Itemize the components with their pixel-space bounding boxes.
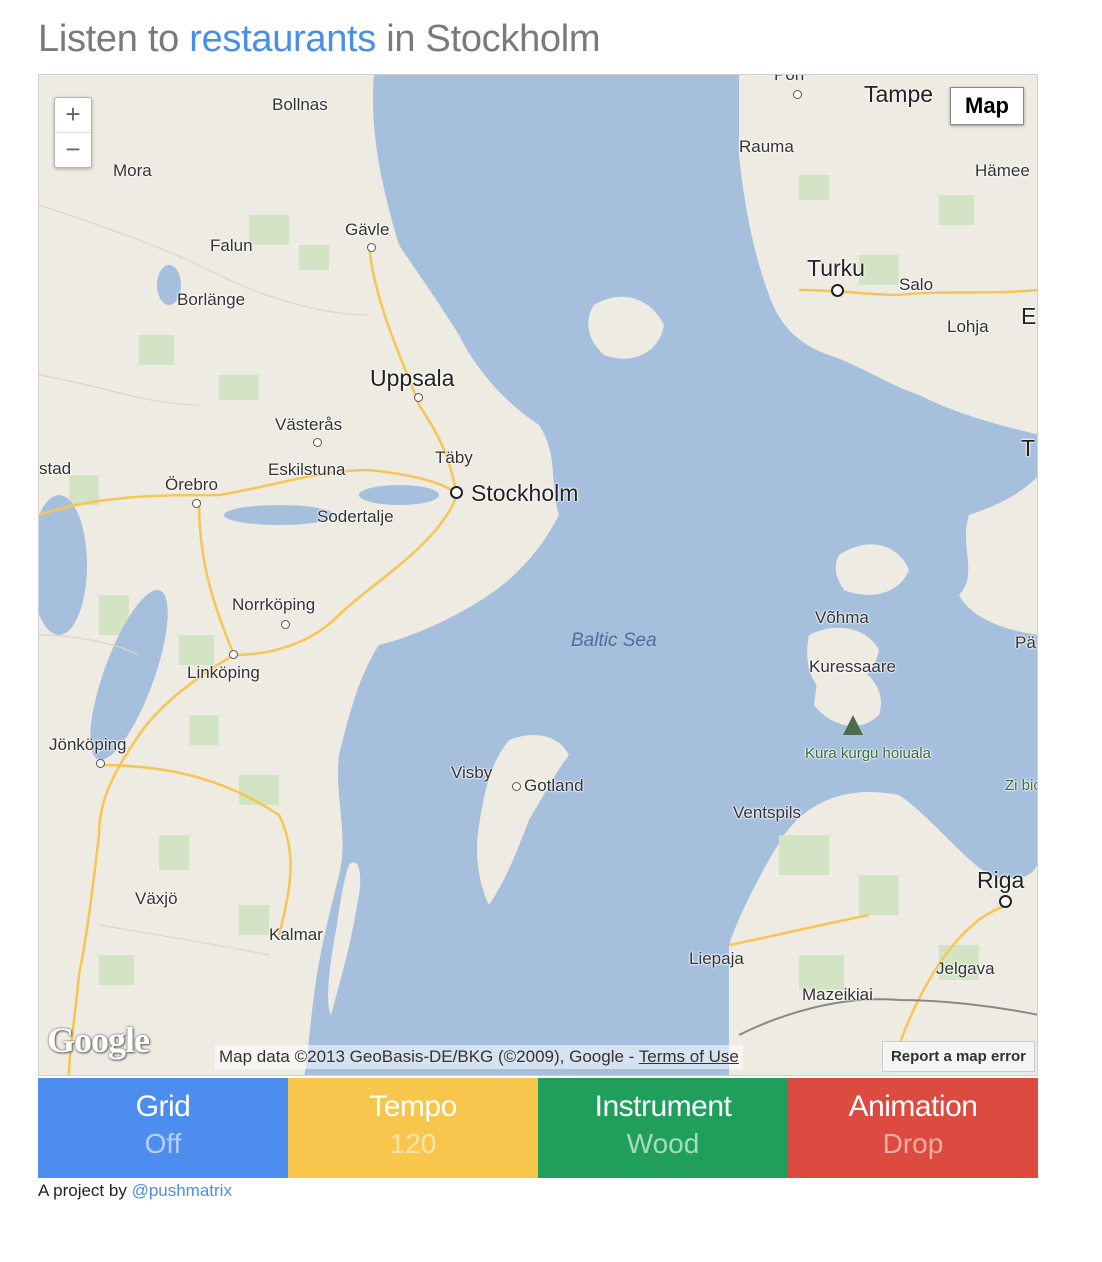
grid-label: Grid: [135, 1090, 191, 1123]
place-label: Rauma: [739, 137, 794, 156]
place-label: Visby: [451, 763, 493, 782]
place-label: Sodertalje: [317, 507, 394, 526]
place-label: Liepaja: [689, 949, 744, 968]
place-label: Võhma: [815, 608, 869, 627]
stockholm-marker: [450, 486, 463, 499]
map-canvas[interactable]: + − Map Pori Tampe Rauma Hämee Turku Sal…: [38, 74, 1038, 1076]
animation-toggle[interactable]: Animation Drop: [788, 1078, 1038, 1178]
place-label: Uppsala: [370, 365, 455, 391]
sea-label: Baltic Sea: [571, 630, 657, 651]
park-label: Kura kurgu hoiuala: [805, 745, 931, 762]
animation-value: Drop: [882, 1128, 944, 1159]
place-label: Ventspils: [733, 803, 802, 822]
place-label: Lohja: [947, 317, 989, 336]
city-marker: [793, 90, 802, 99]
place-label: Eskilstuna: [268, 460, 346, 479]
city-marker: [414, 393, 423, 402]
city-marker: [229, 650, 238, 659]
place-label: Falun: [210, 236, 253, 255]
attribution-text: Map data ©2013 GeoBasis-DE/BKG (©2009), …: [219, 1047, 635, 1066]
place-label: Växjö: [135, 889, 178, 908]
place-label: Riga: [977, 867, 1025, 893]
place-label: Gotland: [524, 776, 584, 795]
place-label: E: [1021, 303, 1037, 329]
author-link[interactable]: @pushmatrix: [132, 1181, 232, 1200]
footer-credit: A project by @pushmatrix: [38, 1181, 232, 1201]
zoom-in-button[interactable]: +: [55, 98, 91, 132]
title-prefix: Listen to: [38, 18, 179, 60]
place-label: Kalmar: [269, 925, 323, 944]
place-label: Mazeikiai: [802, 985, 873, 1004]
tempo-label: Tempo: [369, 1090, 457, 1123]
city-marker: [96, 759, 105, 768]
footer-text: A project by: [38, 1181, 127, 1200]
place-label: Pä: [1015, 633, 1036, 652]
title-middle: in: [386, 18, 416, 60]
place-label: Jelgava: [936, 959, 995, 978]
instrument-label: Instrument: [594, 1090, 732, 1123]
instrument-value: Wood: [626, 1128, 700, 1159]
map-attribution: Map data ©2013 GeoBasis-DE/BKG (©2009), …: [215, 1045, 743, 1069]
category-link[interactable]: restaurants: [189, 18, 376, 60]
place-label: Jönköping: [49, 735, 127, 754]
animation-label: Animation: [848, 1090, 978, 1123]
place-label: Västerås: [275, 415, 343, 434]
place-label: Mora: [113, 161, 152, 180]
page-title: Listen to restaurants in Stockholm: [38, 18, 601, 61]
map-type-button[interactable]: Map: [950, 87, 1024, 125]
city-marker: [999, 895, 1012, 908]
google-logo: Google: [47, 1020, 150, 1060]
city-marker: [192, 499, 201, 508]
place-label: Bollnas: [272, 95, 328, 114]
title-city: Stockholm: [425, 18, 601, 60]
place-label: Pori: [774, 74, 805, 84]
map-terrain: [39, 75, 1037, 1075]
report-map-error-link[interactable]: Report a map error: [881, 1041, 1035, 1072]
place-label: Zi bios: [1005, 777, 1037, 794]
city-marker: [367, 243, 376, 252]
zoom-out-button[interactable]: −: [55, 132, 91, 167]
place-label: Kuressaare: [809, 657, 896, 676]
place-label: Hämee: [975, 161, 1030, 180]
city-marker: [281, 620, 290, 629]
grid-toggle[interactable]: Grid Off: [38, 1078, 288, 1178]
city-marker: [831, 284, 844, 297]
place-label: Salo: [899, 275, 934, 294]
place-label: Norrköping: [232, 595, 316, 614]
place-label: Stockholm: [471, 480, 579, 506]
place-label: Gävle: [345, 220, 390, 239]
city-marker: [313, 438, 322, 447]
grid-value: Off: [144, 1128, 182, 1159]
control-bar: Grid Off Tempo 120 Instrument Wood Anima…: [38, 1078, 1038, 1178]
terms-of-use-link[interactable]: Terms of Use: [639, 1047, 739, 1066]
place-label: stad: [39, 459, 72, 478]
instrument-toggle[interactable]: Instrument Wood: [538, 1078, 788, 1178]
place-label: T: [1021, 435, 1036, 461]
place-label: Borlänge: [177, 290, 246, 309]
place-label: Täby: [435, 448, 473, 467]
tempo-toggle[interactable]: Tempo 120: [288, 1078, 538, 1178]
place-label: Örebro: [165, 475, 218, 494]
city-marker: [512, 782, 521, 791]
place-label: Turku: [807, 255, 865, 281]
tempo-value: 120: [389, 1128, 437, 1159]
place-label: Linköping: [187, 663, 260, 682]
zoom-control: + −: [54, 97, 92, 168]
place-label: Tampe: [864, 81, 934, 107]
park-tree-icon: [843, 715, 863, 735]
